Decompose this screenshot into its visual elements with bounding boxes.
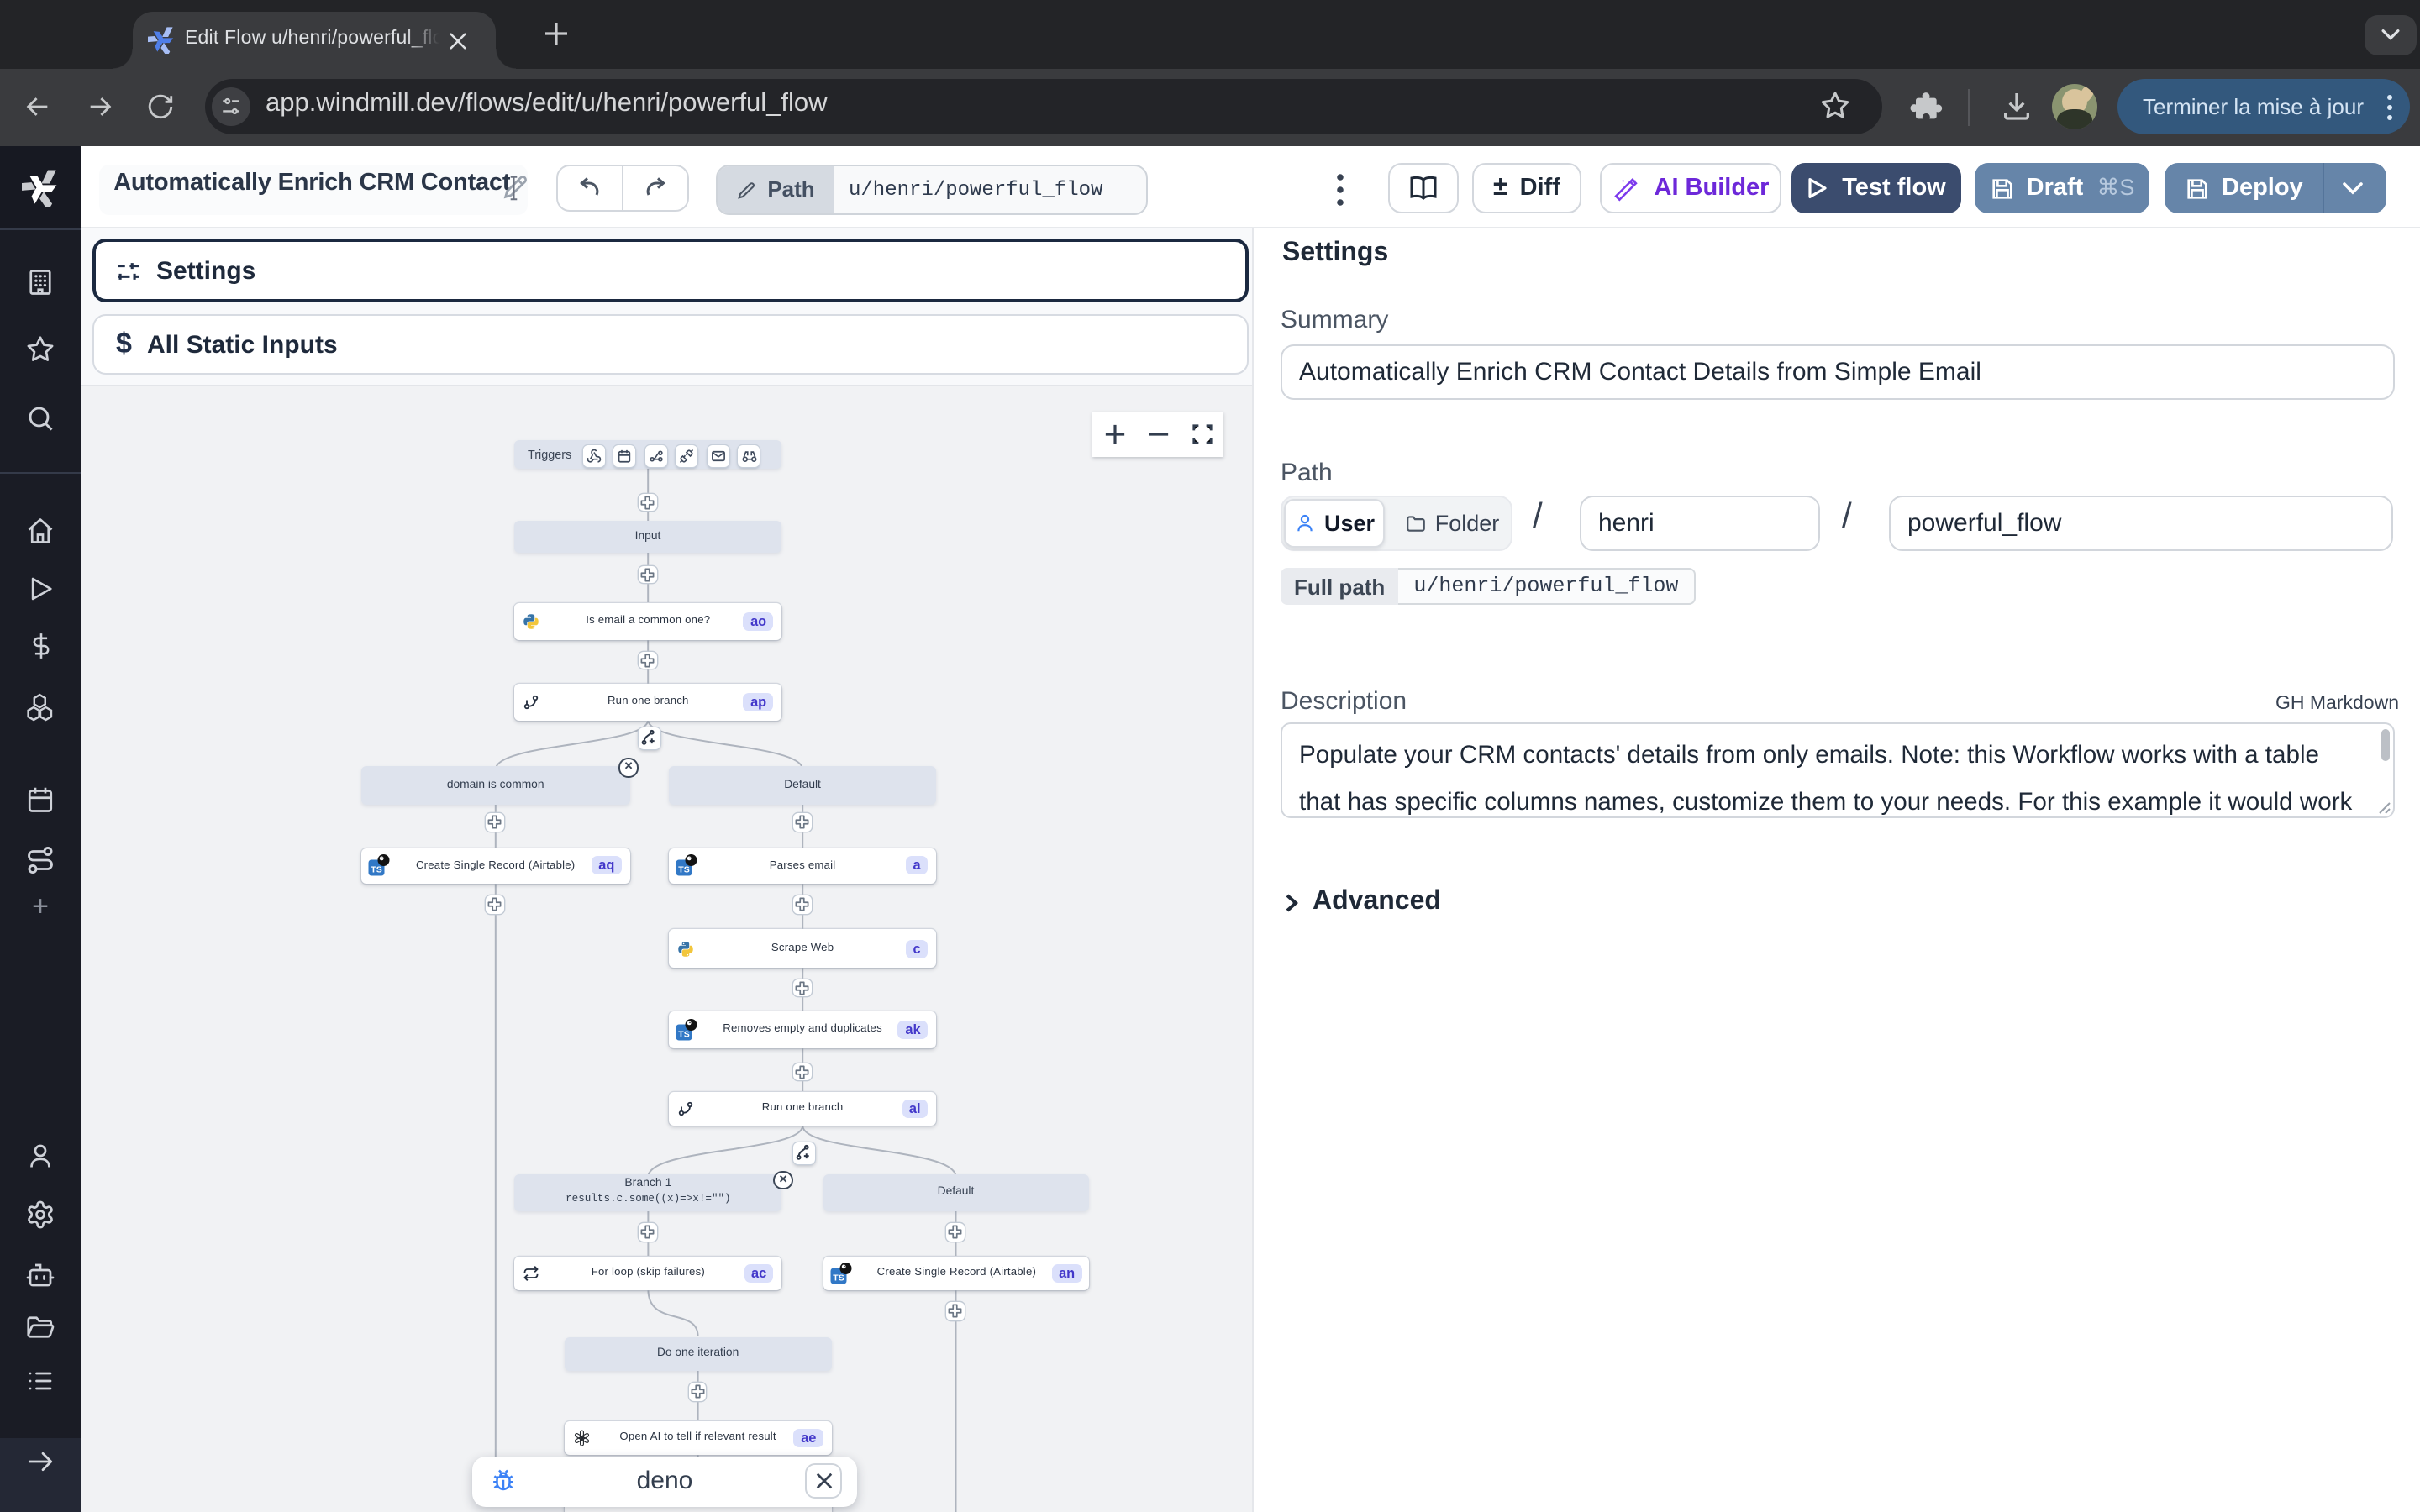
svg-text:TS: TS <box>371 865 381 875</box>
svg-text:TS: TS <box>679 1029 690 1039</box>
svg-text:TS: TS <box>833 1273 844 1283</box>
svg-text:TS: TS <box>679 865 690 875</box>
